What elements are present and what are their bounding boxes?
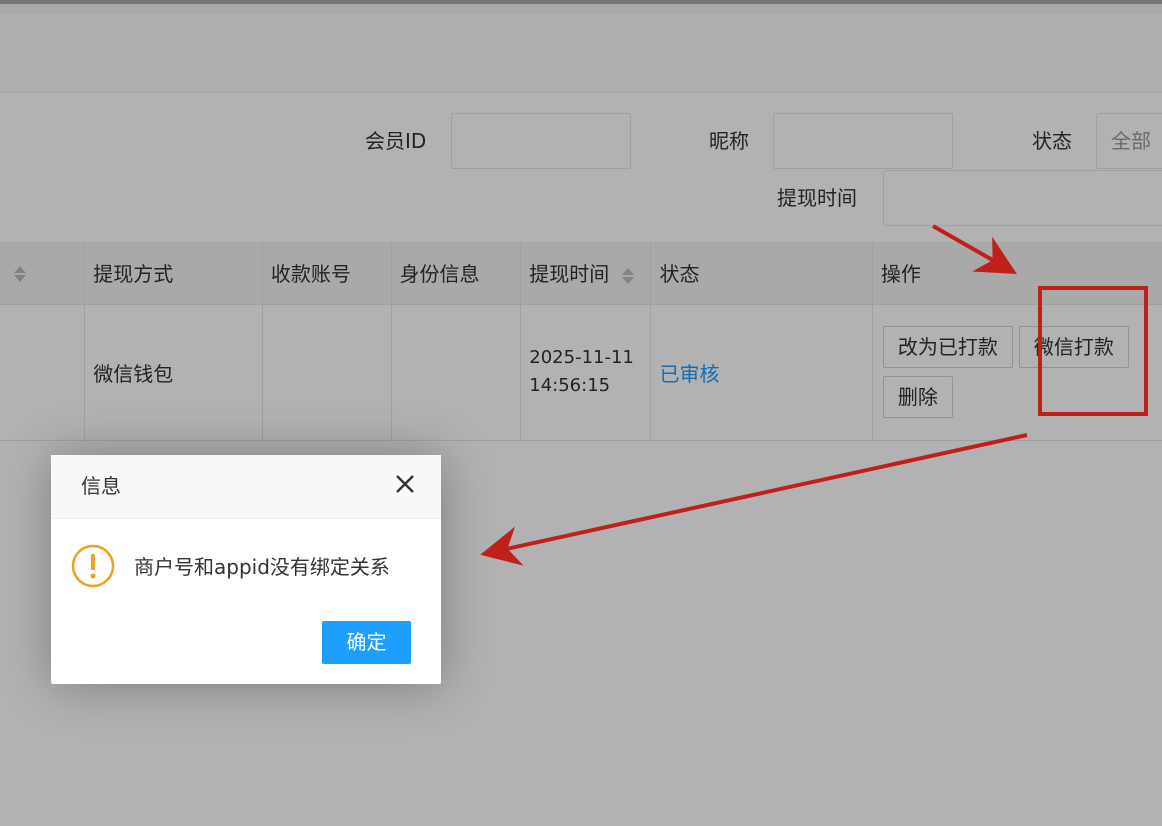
modal-overlay[interactable] <box>0 0 1162 826</box>
dialog-body: 商户号和appid没有绑定关系 <box>51 519 441 619</box>
info-dialog: 信息 商户号和appid没有绑定关系 确定 <box>51 455 441 684</box>
close-icon[interactable] <box>393 472 417 496</box>
dialog-header: 信息 <box>51 455 441 519</box>
warning-icon <box>71 544 115 588</box>
dialog-title: 信息 <box>81 474 121 498</box>
ok-button[interactable]: 确定 <box>322 621 411 664</box>
dialog-message: 商户号和appid没有绑定关系 <box>134 555 390 579</box>
